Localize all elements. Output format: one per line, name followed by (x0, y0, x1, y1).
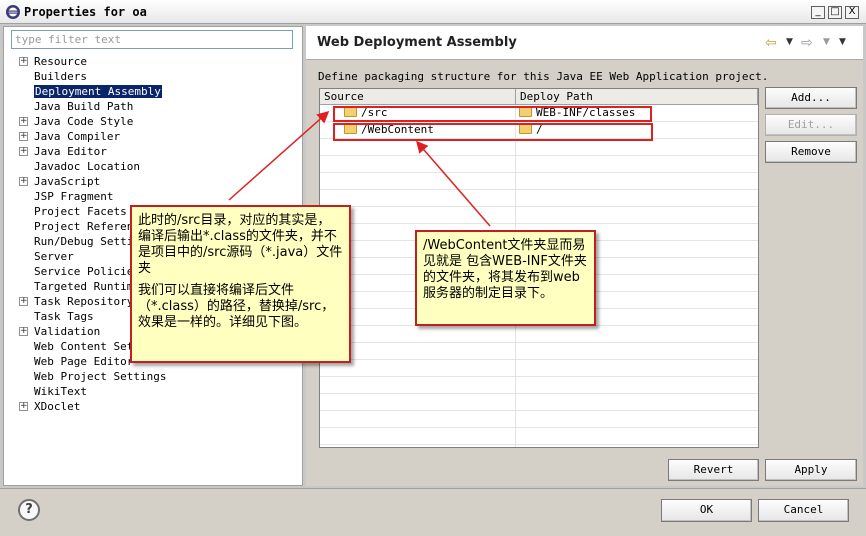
tree-item-label: Java Editor (34, 145, 107, 158)
tree-item[interactable]: WikiText (16, 384, 166, 399)
expand-icon[interactable]: + (19, 132, 28, 141)
dialog-button-bar: ? OK Cancel (0, 488, 866, 536)
expand-icon[interactable]: + (19, 57, 28, 66)
revert-button[interactable]: Revert (668, 459, 759, 481)
annotation-callout-webcontent: /WebContent文件夹显而易见就是 包含WEB-INF文件夹的文件夹，将其… (415, 230, 596, 326)
table-row[interactable] (320, 173, 758, 190)
annotation-callout-src: 此时的/src目录，对应的其实是，编译后输出*.class的文件夹，并不是项目中… (130, 205, 351, 363)
table-row[interactable] (320, 326, 758, 343)
tree-item-label: JSP Fragment (34, 190, 114, 203)
tree-item-label: JavaScript (34, 175, 101, 188)
table-row[interactable] (320, 156, 758, 173)
expand-icon[interactable]: + (19, 327, 28, 336)
tree-item-label: Deployment Assembly (34, 85, 162, 98)
tree-item[interactable]: + Resource (16, 54, 166, 69)
tree-item-label: Web Page Editor (34, 355, 134, 368)
arrow-left-icon[interactable]: ⇦ (765, 35, 777, 51)
close-button[interactable]: X (845, 6, 859, 19)
minimize-button[interactable]: _ (811, 6, 825, 19)
table-row[interactable] (320, 411, 758, 428)
column-header-source[interactable]: Source (320, 89, 516, 105)
view-menu-icon[interactable]: ▼ (839, 37, 846, 47)
cancel-button[interactable]: Cancel (758, 499, 849, 522)
tree-item[interactable]: + Java Code Style (16, 114, 166, 129)
page-title: Web Deployment Assembly (317, 35, 517, 50)
tree-item-label: Validation (34, 325, 101, 338)
chevron-down-icon[interactable]: ▼ (786, 37, 793, 47)
page-header: Web Deployment Assembly ⇦ ▼ ⇨ ▼ ▼ (306, 26, 863, 60)
tree-item[interactable]: Java Build Path (16, 99, 166, 114)
tree-item[interactable]: Web Project Settings (16, 369, 166, 384)
expand-icon[interactable]: + (19, 297, 28, 306)
column-header-deploy-path[interactable]: Deploy Path (516, 89, 758, 105)
tree-item[interactable]: Javadoc Location (16, 159, 166, 174)
tree-item-label: Web Project Settings (34, 370, 167, 383)
annotation-text: /WebContent文件夹显而易见就是 包含WEB-INF文件夹的文件夹，将其… (423, 238, 587, 301)
eclipse-icon (6, 5, 20, 19)
add-button[interactable]: Add... (765, 87, 857, 109)
highlight-src-row (333, 106, 652, 122)
filter-input[interactable] (11, 30, 293, 49)
table-row[interactable] (320, 360, 758, 377)
tree-item-label: Java Compiler (34, 130, 121, 143)
title-bar: Properties for oa _ □ X (0, 0, 866, 24)
table-row[interactable] (320, 394, 758, 411)
expand-icon[interactable]: + (19, 402, 28, 411)
table-row[interactable] (320, 377, 758, 394)
tree-item[interactable]: + Java Compiler (16, 129, 166, 144)
tree-item-label: Project Facets (34, 205, 127, 218)
tree-item-label: Builders (34, 70, 87, 83)
help-icon[interactable]: ? (18, 499, 40, 521)
tree-item-label: Java Code Style (34, 115, 134, 128)
ok-button[interactable]: OK (661, 499, 752, 522)
table-header: Source Deploy Path (320, 89, 758, 105)
annotation-text: 我们可以直接将编译后文件（*.class）的路径，替换掉/src，效果是一样的。… (138, 283, 335, 330)
highlight-webcontent-row (333, 123, 653, 141)
expand-icon[interactable]: + (19, 147, 28, 156)
page-description: Define packaging structure for this Java… (318, 70, 769, 83)
maximize-button[interactable]: □ (828, 6, 842, 19)
annotation-text: 此时的/src目录，对应的其实是，编译后输出*.class的文件夹，并不是项目中… (138, 213, 343, 276)
tree-item-label: Service Policies (34, 265, 140, 278)
tree-item[interactable]: + JavaScript (16, 174, 166, 189)
table-row[interactable] (320, 343, 758, 360)
remove-button[interactable]: Remove (765, 141, 857, 163)
tree-item-label: Javadoc Location (34, 160, 140, 173)
chevron-down-icon[interactable]: ▼ (823, 37, 830, 47)
tree-item-label: Task Repository (34, 295, 134, 308)
table-row[interactable] (320, 428, 758, 445)
tree-item[interactable]: + XDoclet (16, 399, 166, 414)
tree-item[interactable]: Builders (16, 69, 166, 84)
expand-icon[interactable]: + (19, 117, 28, 126)
tree-item-label: Java Build Path (34, 100, 134, 113)
window-title: Properties for oa (24, 5, 147, 19)
tree-item[interactable]: Deployment Assembly (16, 84, 166, 99)
tree-item[interactable]: JSP Fragment (16, 189, 166, 204)
table-row[interactable] (320, 207, 758, 224)
tree-item-label: Task Tags (34, 310, 94, 323)
arrow-right-icon[interactable]: ⇨ (801, 35, 813, 51)
tree-item-label: Server (34, 250, 74, 263)
tree-item-label: XDoclet (34, 400, 81, 413)
edit-button[interactable]: Edit... (765, 114, 857, 136)
table-row[interactable] (320, 190, 758, 207)
tree-item-label: WikiText (34, 385, 87, 398)
apply-button[interactable]: Apply (765, 459, 857, 481)
expand-icon[interactable]: + (19, 177, 28, 186)
table-row[interactable] (320, 139, 758, 156)
tree-item-label: Resource (34, 55, 87, 68)
tree-item[interactable]: + Java Editor (16, 144, 166, 159)
